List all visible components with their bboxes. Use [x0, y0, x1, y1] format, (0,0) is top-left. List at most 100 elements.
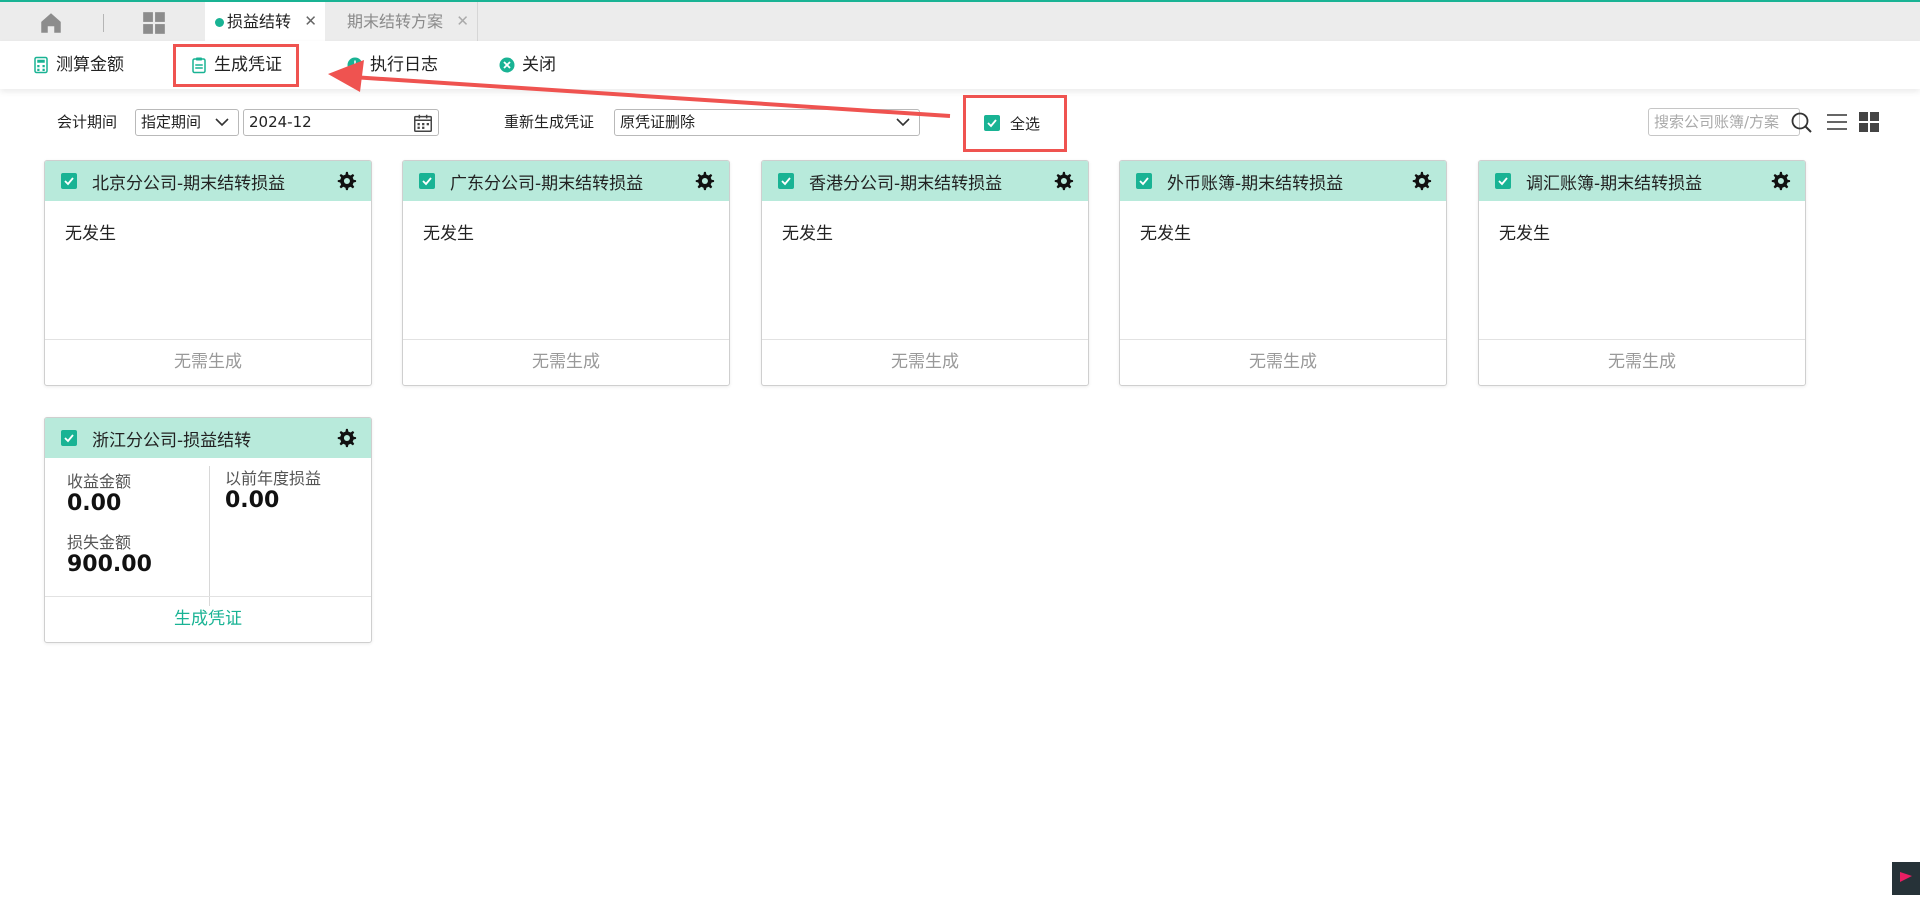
tab-strip: 损益结转 ✕ 期末结转方案 ✕ [0, 0, 1920, 41]
apps-button[interactable] [141, 10, 167, 36]
tab-separator [103, 14, 104, 32]
tab-label: 期末结转方案 [347, 12, 444, 31]
period-date-value: 2024-12 [249, 113, 312, 131]
select-all-label: 全选 [1010, 114, 1041, 133]
card-header: 调汇账簿-期末结转损益 [1479, 161, 1805, 201]
regen-voucher-value: 原凭证删除 [620, 113, 696, 131]
card-checkbox[interactable] [1136, 173, 1152, 189]
clock-icon [347, 57, 363, 73]
card-title: 香港分公司-期末结转损益 [809, 173, 1003, 194]
card-header: 外币账簿-期末结转损益 [1120, 161, 1446, 201]
card-title: 北京分公司-期末结转损益 [92, 173, 286, 194]
card-checkbox[interactable] [61, 173, 77, 189]
gear-icon[interactable] [1052, 170, 1074, 192]
card-body: 无发生 [403, 201, 729, 341]
card-title: 外币账簿-期末结转损益 [1167, 173, 1344, 194]
tab-label: 损益结转 [227, 12, 292, 31]
search-placeholder: 搜索公司账簿/方案 [1654, 113, 1780, 131]
card-body: 无发生 [1479, 201, 1805, 341]
card-body: 无发生 [762, 201, 1088, 341]
scheme-card: 香港分公司-期末结转损益 无发生 无需生成 [761, 160, 1089, 386]
scheme-card: 调汇账簿-期末结转损益 无发生 无需生成 [1478, 160, 1806, 386]
chevron-down-icon [215, 118, 229, 127]
calculator-icon [34, 56, 48, 74]
clipboard-icon [192, 57, 206, 74]
period-mode-value: 指定期间 [141, 113, 202, 131]
gear-icon[interactable] [1769, 170, 1791, 192]
card-body: 无发生 [1120, 201, 1446, 341]
card-title: 调汇账簿-期末结转损益 [1526, 173, 1703, 194]
tab-profit-loss-transfer[interactable]: 损益结转 ✕ [205, 2, 325, 41]
close-tab-icon[interactable]: ✕ [456, 2, 469, 41]
execution-log-button[interactable]: 执行日志 [346, 41, 438, 89]
card-checkbox[interactable] [1495, 173, 1511, 189]
card-checkbox[interactable] [419, 173, 435, 189]
home-button[interactable] [38, 10, 64, 36]
no-occurrence-text: 无发生 [423, 224, 474, 244]
card-body: 无发生 [45, 201, 371, 341]
close-circle-icon [499, 57, 515, 73]
card-status: 无需生成 [762, 339, 1088, 385]
checkbox-checked-icon [984, 115, 1000, 131]
income-amount-value: 0.00 [67, 491, 122, 516]
prior-year-label: 以前年度损益 [225, 469, 322, 488]
card-title: 浙江分公司-损益结转 [92, 430, 252, 451]
no-occurrence-text: 无发生 [782, 224, 833, 244]
card-status: 无需生成 [403, 339, 729, 385]
card-checkbox[interactable] [778, 173, 794, 189]
close-tab-icon[interactable]: ✕ [304, 2, 317, 41]
gear-icon[interactable] [335, 170, 357, 192]
card-header: 北京分公司-期末结转损益 [45, 161, 371, 201]
prior-year-value: 0.00 [225, 488, 280, 513]
calc-amount-label: 测算金额 [56, 55, 124, 75]
gear-icon[interactable] [693, 170, 715, 192]
select-all-checkbox[interactable]: 全选 [984, 110, 1040, 136]
generate-voucher-button[interactable]: 生成凭证 [190, 41, 282, 89]
loss-amount-label: 损失金额 [67, 533, 132, 552]
close-label: 关闭 [522, 55, 556, 75]
card-status: 无需生成 [1479, 339, 1805, 385]
tab-period-end-scheme[interactable]: 期末结转方案 ✕ [325, 2, 478, 41]
toolbar: 测算金额 生成凭证 执行日志 关闭 [0, 41, 1920, 89]
generate-voucher-label: 生成凭证 [214, 55, 282, 75]
execution-log-label: 执行日志 [370, 55, 438, 75]
loss-amount-value: 900.00 [67, 552, 152, 577]
gear-icon[interactable] [1410, 170, 1432, 192]
regen-voucher-select[interactable]: 原凭证删除 [614, 109, 920, 136]
no-occurrence-text: 无发生 [1499, 224, 1550, 244]
home-icon [41, 13, 61, 33]
no-occurrence-text: 无发生 [1140, 224, 1191, 244]
chevron-down-icon [896, 118, 910, 127]
card-header: 浙江分公司-损益结转 [45, 418, 371, 458]
card-status: 无需生成 [45, 339, 371, 385]
apps-grid-icon [143, 12, 165, 34]
metric-divider [209, 466, 210, 606]
period-mode-select[interactable]: 指定期间 [135, 109, 239, 136]
income-amount-label: 收益金额 [67, 472, 132, 491]
scheme-card: 北京分公司-期末结转损益 无发生 无需生成 [44, 160, 372, 386]
active-dot-icon [215, 18, 224, 27]
search-icon[interactable] [1790, 111, 1814, 135]
card-header: 香港分公司-期末结转损益 [762, 161, 1088, 201]
regen-voucher-label: 重新生成凭证 [504, 113, 595, 131]
list-view-icon[interactable] [1825, 110, 1849, 134]
card-status: 无需生成 [1120, 339, 1446, 385]
zhejiang-scheme-card: 浙江分公司-损益结转 收益金额 0.00 损失金额 900.00 以前年度损益 … [44, 417, 372, 643]
card-checkbox[interactable] [61, 430, 77, 446]
flag-icon [1900, 872, 1912, 882]
period-label: 会计期间 [57, 113, 118, 131]
search-input[interactable]: 搜索公司账簿/方案 [1648, 108, 1800, 136]
scheme-card: 广东分公司-期末结转损益 无发生 无需生成 [402, 160, 730, 386]
gear-icon[interactable] [335, 427, 357, 449]
calendar-icon[interactable] [412, 112, 434, 134]
corner-badge [1892, 862, 1920, 895]
grid-view-icon[interactable] [1858, 111, 1880, 133]
card-header: 广东分公司-期末结转损益 [403, 161, 729, 201]
no-occurrence-text: 无发生 [65, 224, 116, 244]
generate-voucher-link[interactable]: 生成凭证 [45, 596, 371, 642]
card-body: 收益金额 0.00 损失金额 900.00 以前年度损益 0.00 [45, 458, 371, 606]
calc-amount-button[interactable]: 测算金额 [32, 41, 124, 89]
period-date-input[interactable]: 2024-12 [243, 109, 439, 136]
close-button[interactable]: 关闭 [498, 41, 556, 89]
scheme-card: 外币账簿-期末结转损益 无发生 无需生成 [1119, 160, 1447, 386]
